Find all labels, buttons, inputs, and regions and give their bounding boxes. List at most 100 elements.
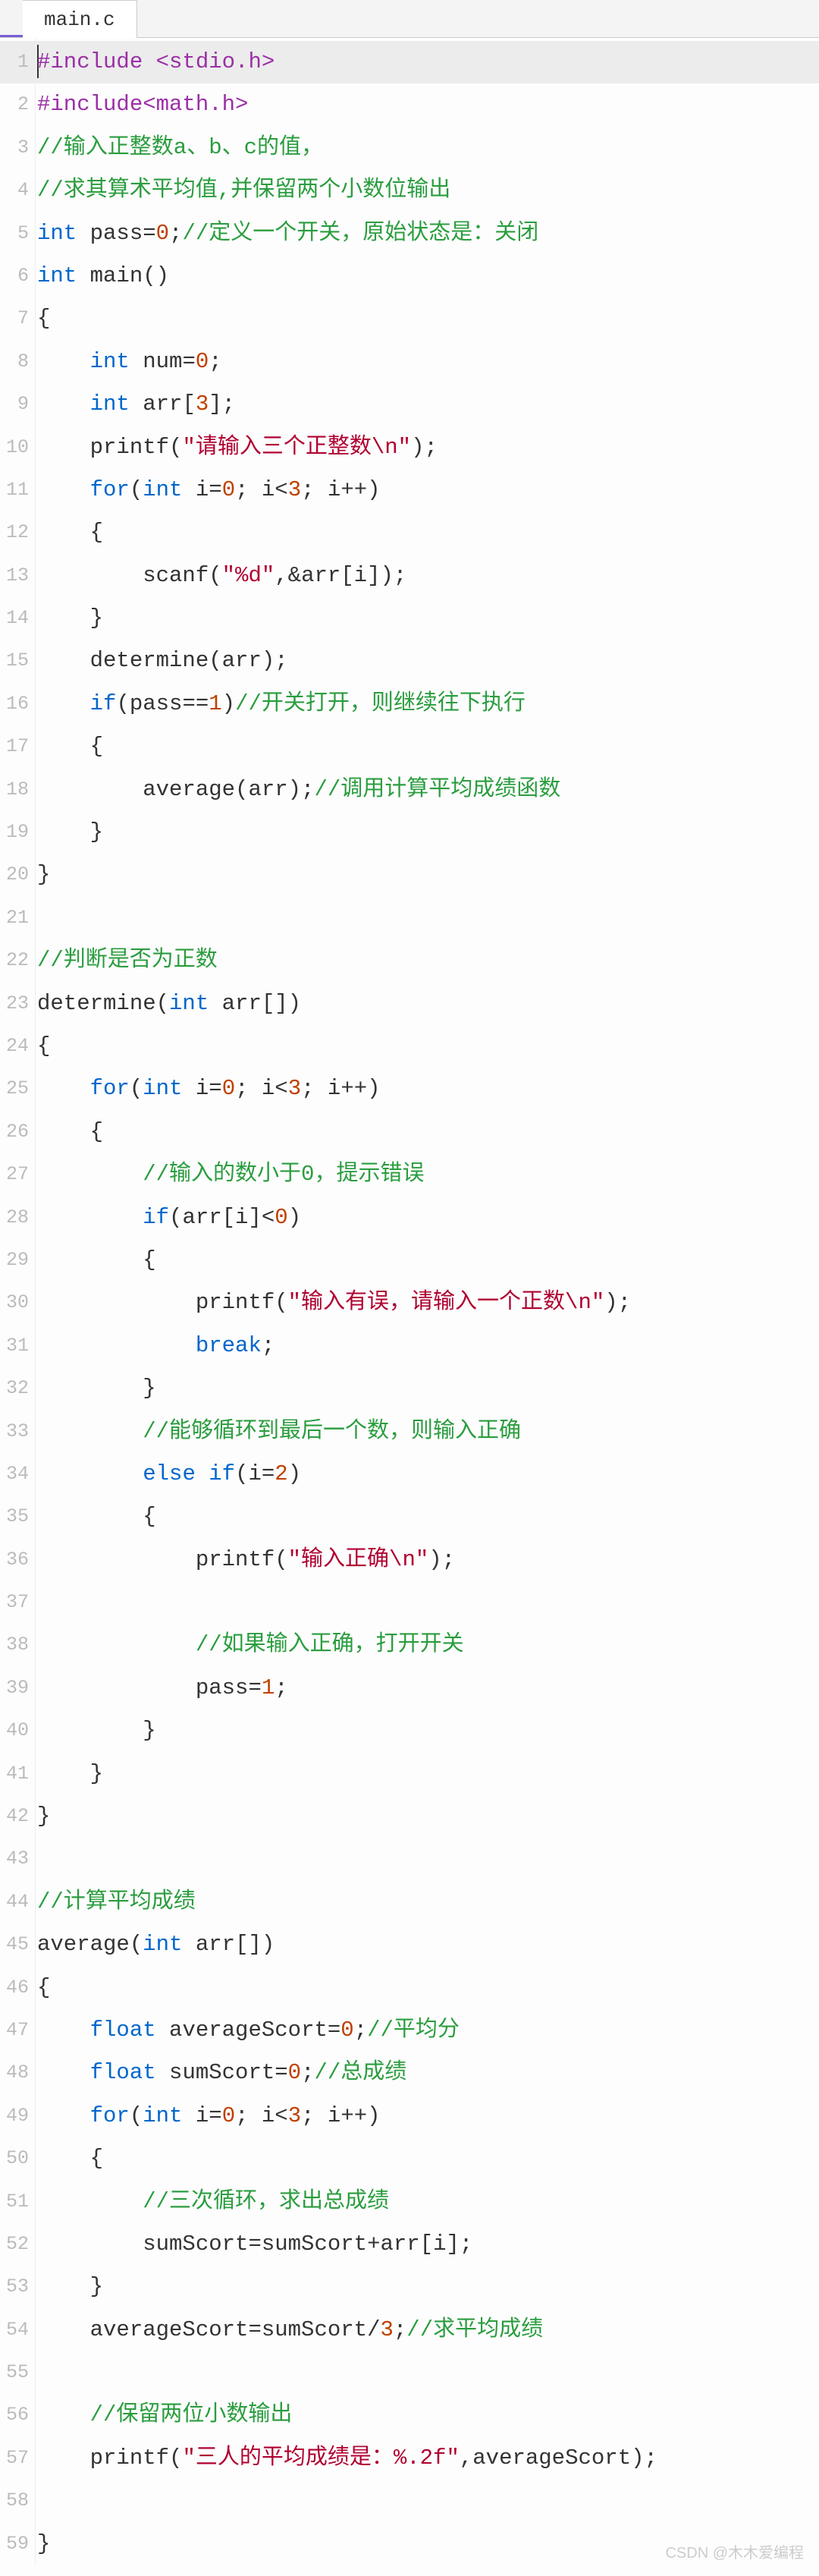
line-number: 19	[0, 811, 35, 854]
code-token: int	[143, 477, 182, 502]
code-token: "三人的平均成绩是：%.2f"	[182, 2445, 459, 2471]
code-line[interactable]: for(int i=0; i<3; i++)	[36, 469, 819, 511]
line-number: 53	[0, 2266, 35, 2308]
code-line[interactable]: averageScort=sumScort/3;//求平均成绩	[36, 2309, 819, 2351]
code-token: if	[90, 691, 117, 716]
code-line[interactable]: printf("输入有误，请输入一个正数\n");	[36, 1282, 819, 1324]
code-token	[37, 477, 90, 502]
code-line[interactable]: printf("请输入三个正整数\n");	[36, 426, 819, 469]
code-token: ; i<	[235, 477, 288, 502]
code-line[interactable]: //计算平均成绩	[36, 1881, 819, 1923]
code-area[interactable]: #include <stdio.h> #include<math.h> //输入正整…	[35, 38, 819, 2565]
code-line[interactable]: pass=1;	[36, 1667, 819, 1709]
code-line[interactable]	[36, 1581, 819, 1624]
code-line[interactable]: int pass=0;//定义一个开关，原始状态是：关闭	[36, 212, 819, 255]
code-token: }	[37, 862, 50, 887]
code-line[interactable]: int main()	[36, 255, 819, 297]
code-token: 0	[340, 2018, 353, 2043]
line-number: 23	[0, 983, 35, 1025]
code-line[interactable]: {	[36, 1111, 819, 1153]
code-line[interactable]: }	[36, 1753, 819, 1795]
code-line[interactable]: //求其算术平均值,并保留两个小数位输出	[36, 169, 819, 212]
code-token: //调用计算平均成绩函数	[314, 777, 560, 802]
code-token: main()	[77, 263, 169, 288]
code-token: //如果输入正确，打开开关	[196, 1632, 464, 1657]
line-number: 17	[0, 725, 35, 768]
code-line[interactable]: float averageScort=0;//平均分	[36, 2009, 819, 2052]
code-line[interactable]: //保留两位小数输出	[36, 2394, 819, 2436]
code-line[interactable]: }	[36, 811, 819, 854]
code-line[interactable]	[36, 1838, 819, 1880]
code-line[interactable]: {	[36, 725, 819, 768]
code-line[interactable]: //判断是否为正数	[36, 939, 819, 982]
code-line[interactable]	[36, 897, 819, 939]
code-token: int	[90, 392, 130, 417]
code-line[interactable]: //如果输入正确，打开开关	[36, 1624, 819, 1666]
line-number: 4	[0, 169, 35, 212]
code-token: pass=	[77, 221, 155, 246]
code-line[interactable]: sumScort=sumScort+arr[i];	[36, 2223, 819, 2266]
line-number: 1	[0, 41, 35, 83]
code-line[interactable]: }	[36, 1367, 819, 1410]
code-line[interactable]: int arr[3];	[36, 383, 819, 426]
code-line[interactable]: {	[36, 297, 819, 340]
code-line[interactable]: determine(int arr[])	[36, 983, 819, 1025]
code-line[interactable]: //输入正整数a、b、c的值，	[36, 127, 819, 169]
code-line[interactable]: int num=0;	[36, 341, 819, 383]
code-token: sumScort=	[156, 2060, 288, 2085]
code-line[interactable]	[36, 2480, 819, 2522]
code-token: averageScort=sumScort/	[37, 2317, 380, 2342]
code-line[interactable]: determine(arr);	[36, 640, 819, 682]
line-number: 6	[0, 255, 35, 297]
code-line[interactable]: float sumScort=0;//总成绩	[36, 2052, 819, 2094]
code-line[interactable]: scanf("%d",&arr[i]);	[36, 555, 819, 597]
line-number: 13	[0, 555, 35, 597]
code-line[interactable]: //三次循环，求出总成绩	[36, 2181, 819, 2223]
tab-bar: main.c	[0, 0, 819, 38]
line-number: 15	[0, 640, 35, 682]
code-token: 3	[288, 2103, 301, 2128]
code-line[interactable]: for(int i=0; i<3; i++)	[36, 2095, 819, 2137]
code-token	[37, 1205, 143, 1230]
code-token: arr[])	[182, 1932, 275, 1957]
line-number: 43	[0, 1838, 35, 1880]
code-line[interactable]: average(int arr[])	[36, 1923, 819, 1966]
code-line[interactable]: #include <stdio.h>	[36, 41, 819, 83]
code-line[interactable]: {	[36, 1025, 819, 1068]
code-line[interactable]: {	[36, 2137, 819, 2180]
code-line[interactable]: {	[36, 1496, 819, 1538]
code-line[interactable]	[36, 2351, 819, 2394]
code-line[interactable]: }	[36, 854, 819, 896]
code-line[interactable]: {	[36, 1967, 819, 2009]
code-line[interactable]: }	[36, 597, 819, 640]
code-line[interactable]: {	[36, 511, 819, 554]
code-line[interactable]: for(int i=0; i<3; i++)	[36, 1068, 819, 1110]
code-token: for	[90, 477, 130, 502]
code-line[interactable]: else if(i=2)	[36, 1453, 819, 1496]
line-number-gutter: 1234567891011121314151617181920212223242…	[0, 38, 35, 2565]
code-editor[interactable]: 1234567891011121314151617181920212223242…	[0, 38, 819, 2565]
code-line[interactable]: }	[36, 1709, 819, 1752]
code-token: 0	[156, 221, 169, 246]
code-token: for	[90, 2103, 130, 2128]
code-line[interactable]: }	[36, 1795, 819, 1838]
code-line[interactable]: {	[36, 1239, 819, 1282]
code-line[interactable]: break;	[36, 1325, 819, 1367]
code-token: #include<math.h>	[37, 92, 248, 117]
code-line[interactable]: //输入的数小于0，提示错误	[36, 1153, 819, 1196]
line-number: 9	[0, 383, 35, 426]
line-number: 5	[0, 212, 35, 255]
code-token: average(	[37, 1932, 143, 1957]
code-line[interactable]: printf("输入正确\n");	[36, 1539, 819, 1581]
code-line[interactable]: printf("三人的平均成绩是：%.2f",averageScort);	[36, 2437, 819, 2480]
code-line[interactable]: if(pass==1)//开关打开，则继续往下执行	[36, 683, 819, 725]
code-line[interactable]: average(arr);//调用计算平均成绩函数	[36, 769, 819, 811]
code-token: )	[288, 1205, 301, 1230]
code-line[interactable]: //能够循环到最后一个数，则输入正确	[36, 1411, 819, 1453]
code-line[interactable]: if(arr[i]<0)	[36, 1197, 819, 1239]
code-line[interactable]: #include<math.h>	[36, 83, 819, 126]
file-tab[interactable]: main.c	[23, 0, 137, 38]
code-line[interactable]: }	[36, 2266, 819, 2308]
line-number: 54	[0, 2309, 35, 2351]
code-token: ;	[354, 2018, 367, 2043]
